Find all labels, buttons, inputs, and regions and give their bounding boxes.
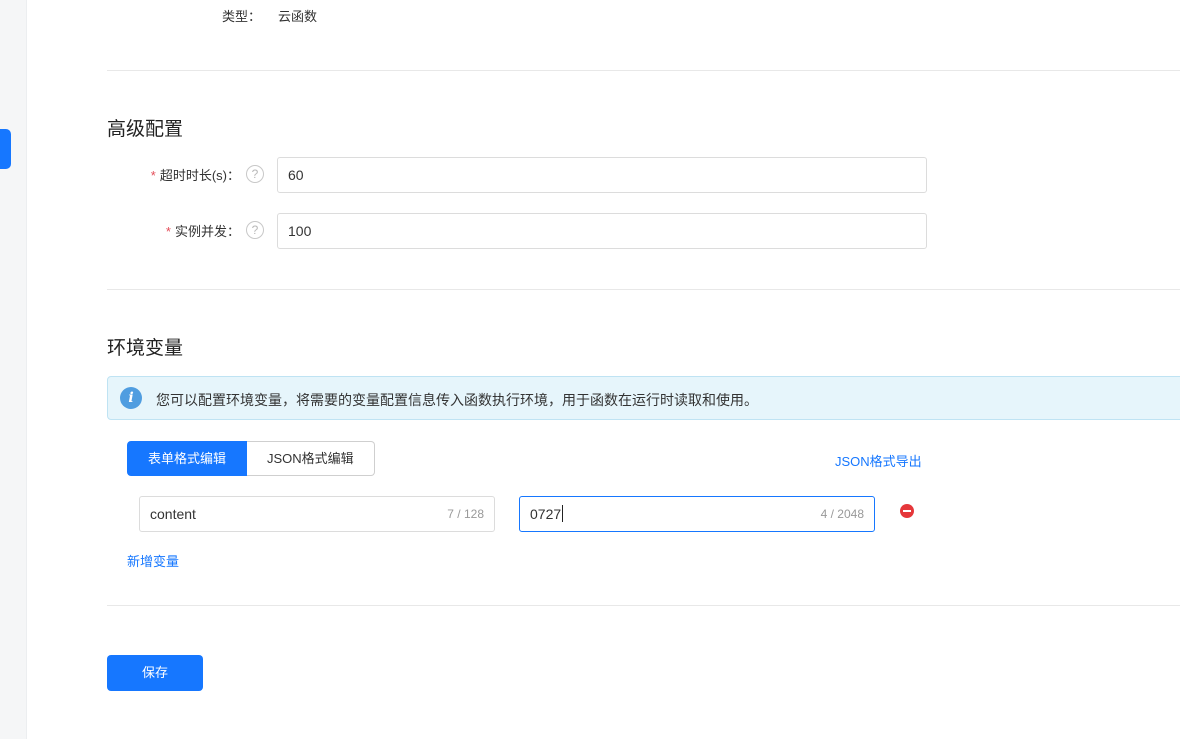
- divider: [107, 605, 1180, 606]
- required-mark: *: [150, 168, 156, 183]
- env-value-input[interactable]: 0727 4 / 2048: [519, 496, 875, 532]
- divider: [107, 289, 1180, 290]
- save-button[interactable]: 保存: [107, 655, 203, 691]
- timeout-label: * 超时时长(s)：: [140, 165, 240, 184]
- tab-form-edit[interactable]: 表单格式编辑: [127, 441, 248, 476]
- env-value-counter: 4 / 2048: [820, 507, 864, 521]
- json-export-link[interactable]: JSON格式导出: [835, 451, 922, 470]
- type-value: 云函数: [278, 9, 318, 24]
- question-mark-icon[interactable]: ?: [246, 165, 264, 183]
- concurrency-input-value: 100: [288, 223, 312, 239]
- env-vars-title: 环境变量: [107, 338, 184, 359]
- concurrency-label-text: 实例并发：: [174, 224, 240, 239]
- timeout-label-text: 超时时长(s)：: [159, 168, 240, 183]
- timeout-input[interactable]: 60: [277, 157, 927, 193]
- concurrency-input[interactable]: 100: [277, 213, 927, 249]
- question-mark-icon[interactable]: ?: [246, 221, 264, 239]
- env-key-input[interactable]: content 7 / 128: [139, 496, 495, 532]
- tab-json-edit[interactable]: JSON格式编辑: [247, 441, 375, 476]
- concurrency-label: * 实例并发：: [140, 221, 240, 240]
- advanced-config-title: 高级配置: [107, 119, 184, 140]
- env-info-text: 您可以配置环境变量，将需要的变量配置信息传入函数执行环境，用于函数在运行时读取和…: [156, 392, 758, 408]
- left-sidebar: [0, 0, 27, 739]
- divider: [107, 70, 1180, 71]
- timeout-input-value: 60: [288, 167, 304, 183]
- add-variable-link[interactable]: 新增变量: [127, 551, 179, 570]
- info-icon: i: [120, 387, 142, 409]
- text-caret: [562, 505, 564, 522]
- required-mark: *: [165, 224, 171, 239]
- sidebar-active-indicator[interactable]: [0, 129, 11, 169]
- env-info-banner: i 您可以配置环境变量，将需要的变量配置信息传入函数执行环境，用于函数在运行时读…: [107, 376, 1180, 420]
- env-value-value: 0727: [530, 506, 562, 522]
- edit-mode-switch: 表单格式编辑 JSON格式编辑: [127, 441, 375, 476]
- env-key-counter: 7 / 128: [447, 507, 484, 521]
- type-label: 类型：: [222, 9, 262, 24]
- env-key-value: content: [150, 506, 196, 522]
- remove-variable-icon[interactable]: [900, 504, 914, 518]
